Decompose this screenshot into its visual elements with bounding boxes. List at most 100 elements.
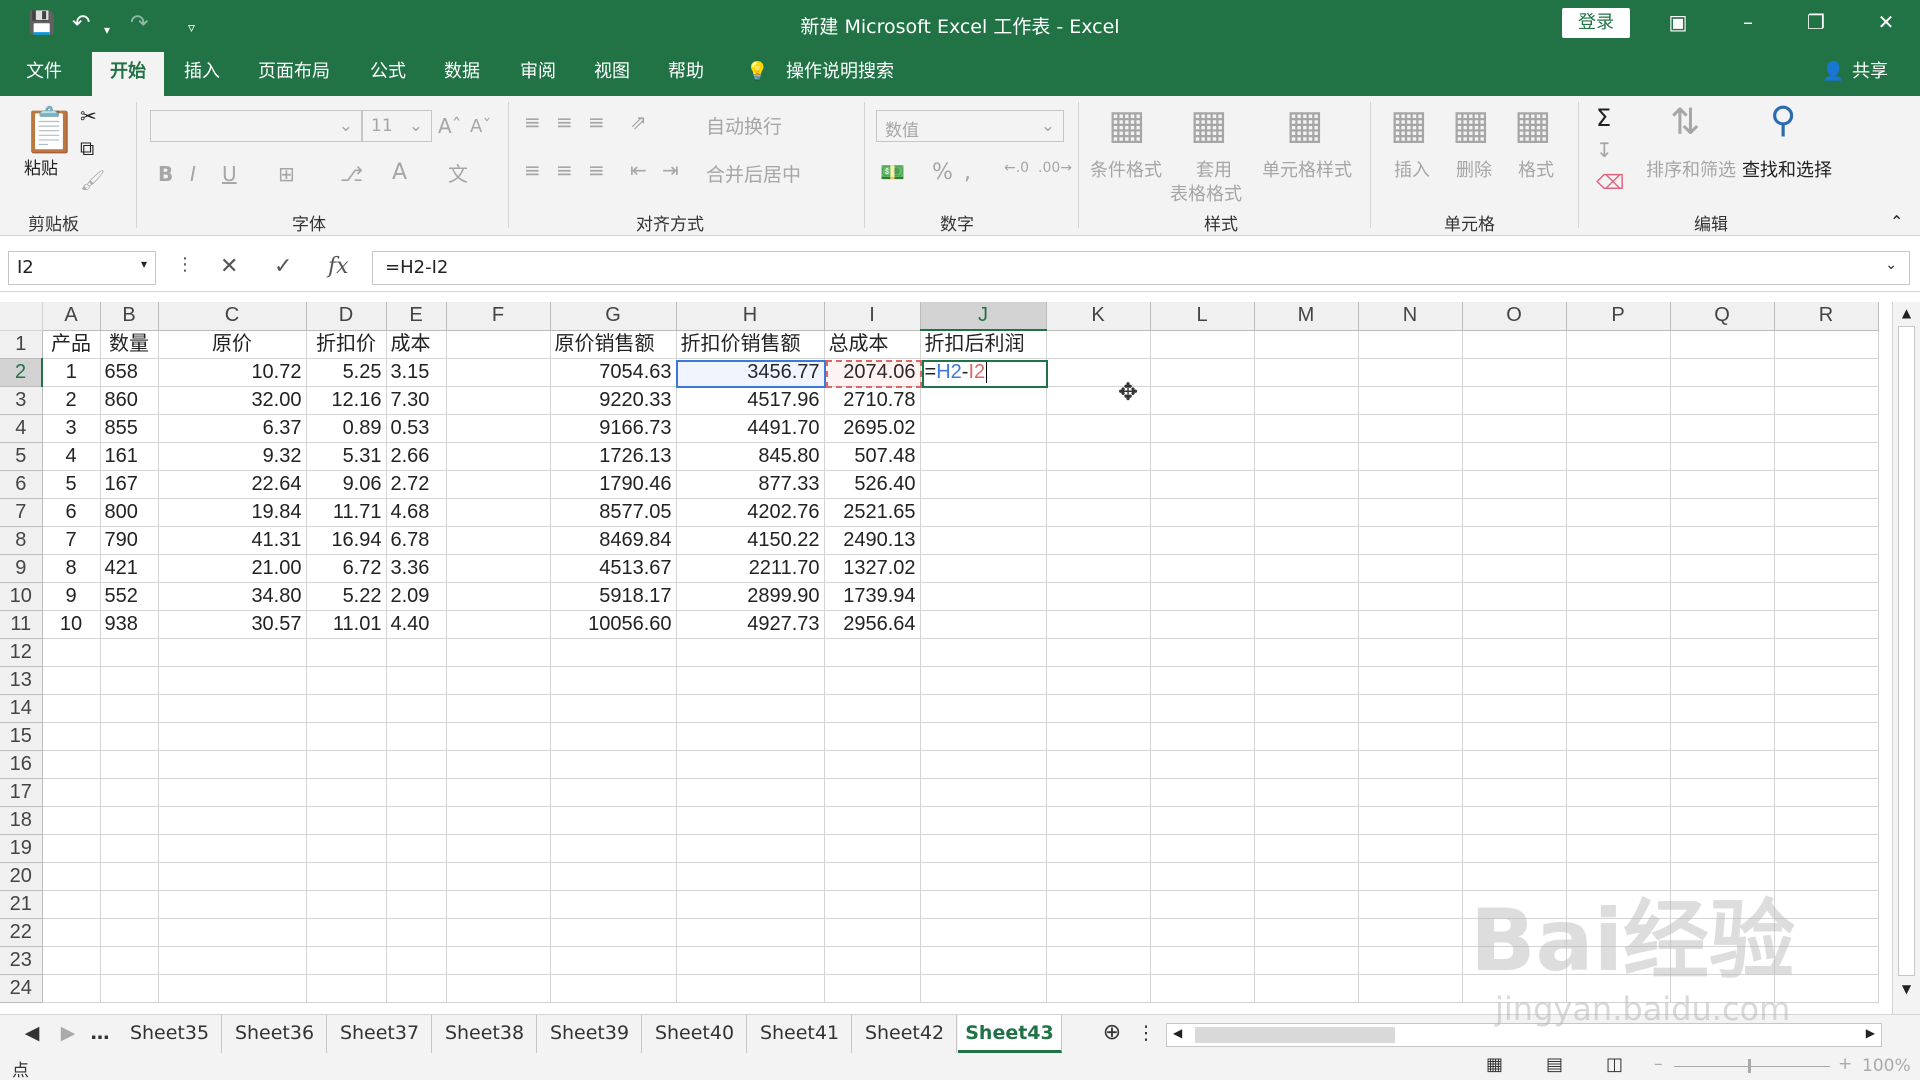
cell-i2[interactable]: 2074.06	[824, 358, 921, 387]
cell-b12[interactable]	[100, 638, 159, 667]
page-break-view-icon[interactable]: ◫	[1606, 1054, 1623, 1075]
tab-help[interactable]: 帮助	[668, 60, 704, 84]
cell-g14[interactable]	[550, 694, 677, 723]
column-header-p[interactable]: P	[1566, 302, 1671, 331]
cell-n13[interactable]	[1358, 666, 1463, 695]
collapse-ribbon-icon[interactable]: ⌃	[1890, 212, 1903, 231]
cell-r3[interactable]	[1774, 386, 1879, 415]
cell-o2[interactable]	[1462, 358, 1567, 387]
cell-i21[interactable]	[824, 890, 921, 919]
cell-c14[interactable]	[158, 694, 307, 723]
cell-f11[interactable]	[446, 610, 551, 639]
name-box[interactable]: I2 ▾	[8, 251, 156, 285]
align-middle-icon[interactable]: ≡	[556, 110, 573, 134]
cell-a4[interactable]: 3	[42, 414, 101, 443]
cell-d4[interactable]: 0.89	[306, 414, 387, 443]
column-header-g[interactable]: G	[550, 302, 677, 331]
cell-a1[interactable]: 产品	[42, 330, 101, 359]
cell-q15[interactable]	[1670, 722, 1775, 751]
cell-d15[interactable]	[306, 722, 387, 751]
cell-k20[interactable]	[1046, 862, 1151, 891]
cell-c4[interactable]: 6.37	[158, 414, 307, 443]
cell-p3[interactable]	[1566, 386, 1671, 415]
cell-q19[interactable]	[1670, 834, 1775, 863]
cell-m13[interactable]	[1254, 666, 1359, 695]
cell-b3[interactable]: 860	[100, 386, 159, 415]
cell-p8[interactable]	[1566, 526, 1671, 555]
cell-e18[interactable]	[386, 806, 447, 835]
column-header-d[interactable]: D	[306, 302, 387, 331]
cell-e8[interactable]: 6.78	[386, 526, 447, 555]
cell-h21[interactable]	[676, 890, 825, 919]
cell-a23[interactable]	[42, 946, 101, 975]
sheet-tab-sheet40[interactable]: Sheet40	[643, 1015, 747, 1053]
conditional-format-button[interactable]: 条件格式	[1090, 156, 1162, 182]
cell-c19[interactable]	[158, 834, 307, 863]
cell-c11[interactable]: 30.57	[158, 610, 307, 639]
cell-d22[interactable]	[306, 918, 387, 947]
tab-home[interactable]: 开始	[92, 52, 164, 96]
cell-e13[interactable]	[386, 666, 447, 695]
cell-f17[interactable]	[446, 778, 551, 807]
tab-split-icon[interactable]: ⋮	[1134, 1015, 1158, 1053]
cell-d21[interactable]	[306, 890, 387, 919]
cell-n6[interactable]	[1358, 470, 1463, 499]
cell-n12[interactable]	[1358, 638, 1463, 667]
cell-q3[interactable]	[1670, 386, 1775, 415]
cell-p15[interactable]	[1566, 722, 1671, 751]
cell-m9[interactable]	[1254, 554, 1359, 583]
shrink-font-icon[interactable]: Aˇ	[470, 116, 491, 137]
zoom-out-icon[interactable]: –	[1654, 1054, 1663, 1074]
cell-m17[interactable]	[1254, 778, 1359, 807]
cell-o1[interactable]	[1462, 330, 1567, 359]
cell-h19[interactable]	[676, 834, 825, 863]
cell-o10[interactable]	[1462, 582, 1567, 611]
increase-indent-icon[interactable]: ⇥	[662, 158, 679, 182]
cell-k8[interactable]	[1046, 526, 1151, 555]
cell-c13[interactable]	[158, 666, 307, 695]
cell-k19[interactable]	[1046, 834, 1151, 863]
cell-j23[interactable]	[920, 946, 1047, 975]
cell-q13[interactable]	[1670, 666, 1775, 695]
cell-l19[interactable]	[1150, 834, 1255, 863]
cell-j16[interactable]	[920, 750, 1047, 779]
cell-r8[interactable]	[1774, 526, 1879, 555]
enter-icon[interactable]: ✓	[274, 254, 292, 279]
cell-h24[interactable]	[676, 974, 825, 1003]
cell-j10[interactable]	[920, 582, 1047, 611]
cell-l8[interactable]	[1150, 526, 1255, 555]
tab-review[interactable]: 审阅	[520, 60, 556, 84]
cell-q6[interactable]	[1670, 470, 1775, 499]
cell-p13[interactable]	[1566, 666, 1671, 695]
formula-input[interactable]: =H2-I2 ⌄	[372, 251, 1910, 285]
cell-o4[interactable]	[1462, 414, 1567, 443]
cell-m18[interactable]	[1254, 806, 1359, 835]
cell-d7[interactable]: 11.71	[306, 498, 387, 527]
cell-k13[interactable]	[1046, 666, 1151, 695]
insert-function-icon[interactable]: fx	[328, 254, 349, 279]
cell-j21[interactable]	[920, 890, 1047, 919]
scroll-right-icon[interactable]: ▶	[1866, 1026, 1875, 1040]
cell-n7[interactable]	[1358, 498, 1463, 527]
cell-m19[interactable]	[1254, 834, 1359, 863]
italic-icon[interactable]: I	[190, 162, 196, 186]
number-format-dropdown[interactable]: 数值 ⌄	[876, 110, 1064, 142]
cell-g20[interactable]	[550, 862, 677, 891]
cell-m7[interactable]	[1254, 498, 1359, 527]
align-center-icon[interactable]: ≡	[556, 158, 573, 182]
cell-q7[interactable]	[1670, 498, 1775, 527]
cell-i10[interactable]: 1739.94	[824, 582, 921, 611]
cell-d10[interactable]: 5.22	[306, 582, 387, 611]
cell-j6[interactable]	[920, 470, 1047, 499]
cell-q8[interactable]	[1670, 526, 1775, 555]
cell-h13[interactable]	[676, 666, 825, 695]
sheet-tab-sheet35[interactable]: Sheet35	[118, 1015, 222, 1053]
cell-o19[interactable]	[1462, 834, 1567, 863]
cell-f7[interactable]	[446, 498, 551, 527]
page-layout-view-icon[interactable]: ▤	[1546, 1054, 1563, 1075]
tab-page-layout[interactable]: 页面布局	[258, 60, 330, 84]
cell-b10[interactable]: 552	[100, 582, 159, 611]
cell-b17[interactable]	[100, 778, 159, 807]
cell-a22[interactable]	[42, 918, 101, 947]
cell-n23[interactable]	[1358, 946, 1463, 975]
